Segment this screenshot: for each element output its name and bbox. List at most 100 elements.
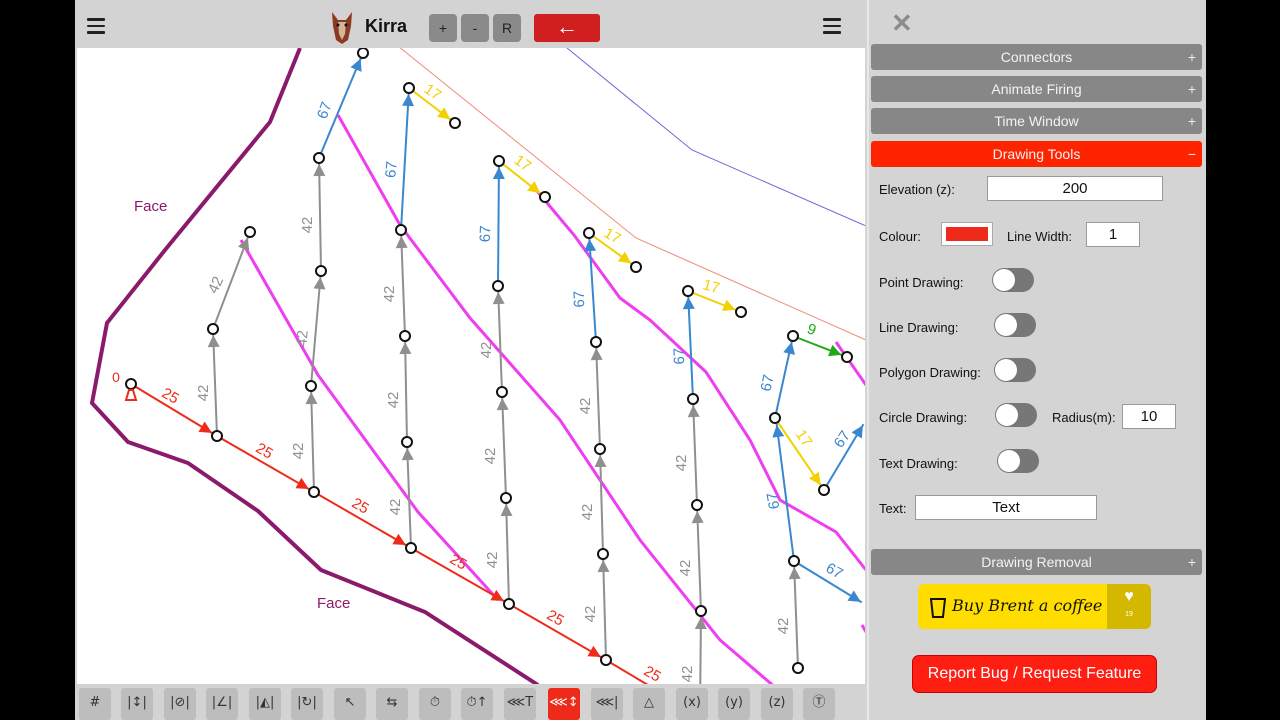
triangle-tool-button[interactable]: △ — [633, 688, 665, 720]
delay-label: 42 — [293, 330, 311, 348]
report-bug-button[interactable]: Report Bug / Request Feature — [912, 655, 1157, 693]
blue-connector-line — [497, 165, 500, 287]
select-pointer-tool-button[interactable]: ↖ — [334, 688, 366, 720]
delay-label: 67 — [764, 491, 784, 510]
measure-void-tool-button[interactable]: |⊘| — [164, 688, 196, 720]
plus-icon: + — [1187, 554, 1196, 570]
gray-connector-line — [404, 340, 408, 443]
text-drawing-toggle[interactable] — [997, 449, 1039, 473]
animate-firing-section[interactable]: Animate Firing + — [871, 76, 1202, 102]
face-line — [89, 48, 540, 684]
zoom-out-button[interactable]: - — [461, 14, 489, 42]
delay-label: 17 — [701, 276, 722, 297]
coffee-text: Buy Brent a coffee — [952, 596, 1103, 615]
measure-cycle-tool-button[interactable]: |↻| — [291, 688, 323, 720]
back-button[interactable]: ← — [534, 14, 600, 42]
yellow-arrowhead — [617, 251, 632, 264]
plus-icon: + — [1187, 49, 1196, 65]
blast-hole — [682, 285, 694, 297]
measure-area-tool-button[interactable]: |◭| — [249, 688, 281, 720]
face-label: Face — [134, 198, 168, 215]
bottom-toolbar: # |↕| |⊘| |∠| |◭| |↻| ↖ ⇆ ⏱ ⏱↑ ⋘T ⋘↕ ⋘| △ (x) (y) (z) Ⓣ — [75, 684, 865, 720]
text-label: Text: — [879, 501, 907, 516]
gray-connector-line — [599, 453, 604, 555]
y-coord-tool-button[interactable]: (y) — [718, 688, 750, 720]
blast-hole — [493, 155, 505, 167]
text-input[interactable]: Text — [915, 495, 1097, 520]
blast-hole — [305, 380, 317, 392]
connectors-section[interactable]: Connectors + — [871, 44, 1202, 70]
gray-arrowhead — [788, 566, 801, 580]
timer-tool-button[interactable]: ⏱ — [419, 688, 451, 720]
delay-vertical-tool-button[interactable]: ⋘↕ — [548, 688, 580, 720]
magenta-line — [239, 239, 500, 602]
delay-label: 67 — [477, 225, 495, 242]
line-width-input[interactable]: 1 — [1086, 222, 1140, 247]
delay-label: 67 — [314, 100, 336, 121]
timer-up-tool-button[interactable]: ⏱↑ — [461, 688, 493, 720]
text-tool-tool-button[interactable]: Ⓣ — [803, 688, 835, 720]
delay-label: 67 — [671, 348, 689, 365]
right-menu-icon[interactable] — [823, 18, 841, 34]
x-coord-tool-button[interactable]: (x) — [676, 688, 708, 720]
grid-tool-button[interactable]: # — [79, 688, 111, 720]
measure-angle-tool-button[interactable]: |∠| — [206, 688, 238, 720]
circle-drawing-toggle[interactable] — [995, 403, 1037, 427]
top-bar: Kirra + - R ← — [75, 0, 865, 48]
gray-arrowhead — [687, 404, 700, 418]
blast-hole — [401, 436, 413, 448]
gray-arrowhead — [305, 391, 318, 405]
close-icon[interactable]: ✕ — [891, 8, 913, 39]
text-delay-tool-button[interactable]: ⋘T — [504, 688, 536, 720]
polygon-drawing-label: Polygon Drawing: — [879, 365, 981, 380]
colour-picker[interactable] — [941, 222, 993, 246]
delay-label: 42 — [673, 455, 690, 472]
blast-hole — [841, 351, 853, 363]
delay-label: 25 — [159, 385, 182, 408]
radius-label: Radius(m): — [1052, 410, 1116, 425]
delay-label: 67 — [382, 161, 400, 179]
time-window-title: Time Window — [994, 113, 1079, 129]
delay-label: 67 — [758, 373, 778, 393]
delay-label: 42 — [775, 618, 792, 635]
blast-hole — [395, 224, 407, 236]
delay-label: 42 — [482, 448, 499, 465]
blast-pattern-plot[interactable]: 2525252525254242424242424242424242424242… — [77, 48, 865, 684]
reset-view-button[interactable]: R — [493, 14, 521, 42]
drawing-removal-title: Drawing Removal — [981, 554, 1092, 570]
start-label: 0 — [112, 369, 120, 385]
time-window-section[interactable]: Time Window + — [871, 108, 1202, 134]
blast-hole — [583, 227, 595, 239]
polygon-drawing-toggle[interactable] — [994, 358, 1036, 382]
blast-hole — [539, 191, 551, 203]
gray-arrowhead — [597, 559, 610, 573]
blast-hole — [315, 265, 327, 277]
blast-hole — [449, 117, 461, 129]
delay-label: 42 — [385, 392, 402, 409]
gray-arrowhead — [207, 334, 220, 348]
buy-coffee-button[interactable]: Buy Brent a coffee ♥ 19 — [918, 584, 1151, 629]
gray-arrowhead — [492, 291, 505, 305]
drawing-removal-section[interactable]: Drawing Removal + — [871, 549, 1202, 575]
colour-label: Colour: — [879, 229, 921, 244]
swap-tool-button[interactable]: ⇆ — [376, 688, 408, 720]
delay-label: 42 — [478, 342, 495, 359]
yellow-arrowhead — [808, 471, 821, 486]
blue-arrowhead — [772, 424, 785, 438]
left-menu-icon[interactable] — [87, 18, 105, 34]
delay-bar-tool-button[interactable]: ⋘| — [591, 688, 623, 720]
elevation-input[interactable]: 200 — [987, 176, 1163, 201]
measure-length-tool-button[interactable]: |↕| — [121, 688, 153, 720]
point-drawing-toggle[interactable] — [992, 268, 1034, 292]
z-coord-tool-button[interactable]: (z) — [761, 688, 793, 720]
delay-label: 42 — [577, 398, 594, 415]
drawing-tools-section[interactable]: Drawing Tools − — [871, 141, 1202, 167]
line-drawing-toggle[interactable] — [994, 313, 1036, 337]
zoom-in-button[interactable]: + — [429, 14, 457, 42]
text-drawing-label: Text Drawing: — [879, 456, 958, 471]
gray-connector-line — [310, 390, 315, 493]
gray-arrowhead — [313, 276, 326, 290]
drawing-canvas[interactable]: 25 25 25 25 25 25 42 42 42 42 42 42 42 42 42 42 42 42 42 42… — [77, 48, 865, 684]
point-drawing-label: Point Drawing: — [879, 275, 964, 290]
radius-input[interactable]: 10 — [1122, 404, 1176, 429]
